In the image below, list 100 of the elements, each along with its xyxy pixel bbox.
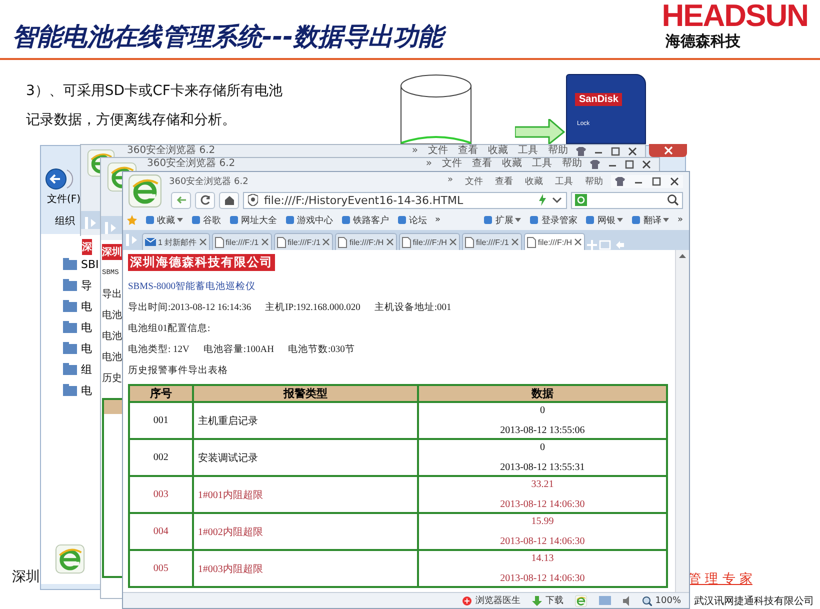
info-text: 主机设备地址:001	[374, 301, 452, 313]
column-header: 报警类型	[192, 385, 418, 402]
table-cell: 1#001内阻超限	[192, 476, 418, 513]
browser-tab[interactable]: file:///F:/H	[524, 233, 586, 250]
browser-icon[interactable]	[55, 544, 85, 574]
menu-item[interactable]: 收藏	[502, 158, 522, 170]
table-cell: 001	[129, 402, 193, 439]
bookmark-item[interactable]: 铁路客户	[341, 214, 389, 226]
close-icon[interactable]	[386, 238, 394, 246]
menu-item[interactable]: 文件	[428, 145, 448, 157]
close-icon[interactable]	[628, 146, 637, 156]
scroll-up-icon[interactable]	[679, 253, 686, 259]
speaker-icon[interactable]	[623, 596, 630, 606]
close-icon[interactable]	[574, 238, 582, 246]
browser-tab[interactable]: file:///F:/1	[274, 233, 334, 250]
skin-icon[interactable]	[590, 160, 600, 168]
menu-item[interactable]: 查看	[458, 145, 478, 157]
close-icon[interactable]	[510, 238, 519, 246]
bookmark-item[interactable]: 收藏	[145, 214, 183, 226]
lightning-icon[interactable]	[538, 194, 546, 206]
browser-tab[interactable]: file:///F:/1	[212, 233, 272, 250]
bookmark-item[interactable]: 网址大全	[229, 214, 277, 226]
close-icon[interactable]	[322, 238, 330, 246]
browser-doctor-button[interactable]: 浏览器医生	[462, 594, 520, 607]
close-icon[interactable]	[260, 238, 269, 246]
star-icon	[127, 215, 137, 225]
browser-tab[interactable]: file:///F:/1	[462, 233, 522, 250]
table-cell: 33.21 2013-08-12 14:06:30	[418, 476, 667, 513]
refresh-icon[interactable]	[200, 195, 210, 205]
address-field[interactable]: file:///F:/HistoryEvent16-14-36.HTML	[243, 192, 567, 208]
company-banner: 深圳海德森科技有限公司	[128, 254, 275, 271]
menu-item[interactable]: 文件	[442, 158, 462, 170]
bookmark-item[interactable]: 登录管家	[529, 214, 578, 226]
close-icon[interactable]	[670, 176, 679, 186]
more-extensions[interactable]: »	[677, 215, 683, 225]
bookmark-item[interactable]: 扩展	[483, 214, 522, 226]
toolbar-item[interactable]: 组织	[55, 214, 75, 228]
menu-item[interactable]: 收藏	[488, 145, 508, 157]
caret-icon[interactable]	[515, 218, 522, 222]
bookmark-item[interactable]: 游戏中心	[285, 214, 333, 226]
scrollbar[interactable]	[675, 250, 689, 592]
page-text: 电池	[102, 308, 122, 323]
zoom-button[interactable]: 100%	[642, 596, 681, 606]
skin-icon[interactable]	[615, 176, 625, 186]
download-button[interactable]: 下载	[532, 594, 564, 607]
table-cell: 1#003内阻超限	[192, 550, 418, 587]
menu-item[interactable]: 文件	[465, 174, 483, 188]
close-button[interactable]	[649, 144, 687, 157]
home-button[interactable]	[219, 192, 239, 208]
menu-item[interactable]: 工具	[532, 158, 552, 170]
tree-item[interactable]: SBI	[81, 258, 99, 270]
menu-item[interactable]: 文件(F)	[47, 192, 81, 206]
menu-item[interactable]: »	[426, 158, 432, 170]
menu-item[interactable]: 帮助	[548, 145, 568, 157]
bookmark-item[interactable]: 网银	[585, 214, 624, 226]
menu-item[interactable]: 工具	[555, 174, 573, 188]
ie-icon[interactable]	[575, 594, 588, 606]
menu-item[interactable]: 收藏	[525, 174, 543, 188]
browser-tab[interactable]: file:///F:/H	[335, 233, 397, 250]
search-field[interactable]	[571, 192, 683, 208]
back-arrow-icon[interactable]	[176, 195, 186, 205]
tree-item[interactable]: 组	[81, 362, 92, 376]
plus-icon	[462, 596, 472, 606]
caret-icon[interactable]	[663, 218, 670, 222]
close-icon[interactable]	[642, 160, 651, 168]
menu-item[interactable]: 查看	[472, 158, 492, 170]
menu-item[interactable]: »	[447, 174, 453, 188]
refresh-button[interactable]	[195, 192, 215, 208]
more-bookmarks[interactable]: »	[435, 215, 441, 225]
maximize-icon[interactable]	[652, 176, 661, 186]
bookmark-item[interactable]: 谷歌	[191, 214, 221, 226]
home-icon[interactable]	[224, 195, 234, 205]
menu-item[interactable]: »	[412, 145, 418, 157]
menu-item[interactable]: 帮助	[562, 158, 582, 170]
caret-icon[interactable]	[177, 218, 183, 222]
window-title: 360安全浏览器 6.2	[127, 145, 216, 157]
close-icon[interactable]	[448, 238, 457, 246]
menu-item[interactable]: 查看	[495, 174, 513, 188]
bookmark-item[interactable]: 翻译	[631, 214, 670, 226]
document-icon	[276, 236, 286, 248]
document-icon	[338, 236, 348, 248]
page-text: 电池	[102, 350, 122, 365]
bookmark-item[interactable]: 论坛	[397, 214, 427, 226]
browser-tab[interactable]: 1 封新邮件	[142, 233, 210, 250]
close-icon[interactable]	[198, 238, 207, 246]
tree-item[interactable]: 导	[81, 278, 92, 292]
caret-icon[interactable]	[617, 218, 624, 222]
tree-item[interactable]: 电	[81, 298, 92, 314]
menu-item[interactable]: 工具	[518, 145, 538, 157]
search-icon[interactable]	[667, 194, 679, 206]
browser-tab[interactable]: file:///F:/H	[398, 233, 460, 250]
skin-icon[interactable]	[576, 146, 586, 156]
menu-item[interactable]: 帮助	[585, 174, 603, 188]
info-text: 主机IP:192.168.000.020	[265, 301, 360, 313]
chevron-down-icon[interactable]	[552, 196, 562, 204]
browser-logo-icon[interactable]	[128, 174, 162, 208]
tree-item[interactable]: 电	[81, 340, 92, 356]
column-header: 序号	[129, 385, 193, 402]
tree-item[interactable]: 电	[81, 320, 92, 334]
tree-item[interactable]: 电	[81, 382, 92, 398]
